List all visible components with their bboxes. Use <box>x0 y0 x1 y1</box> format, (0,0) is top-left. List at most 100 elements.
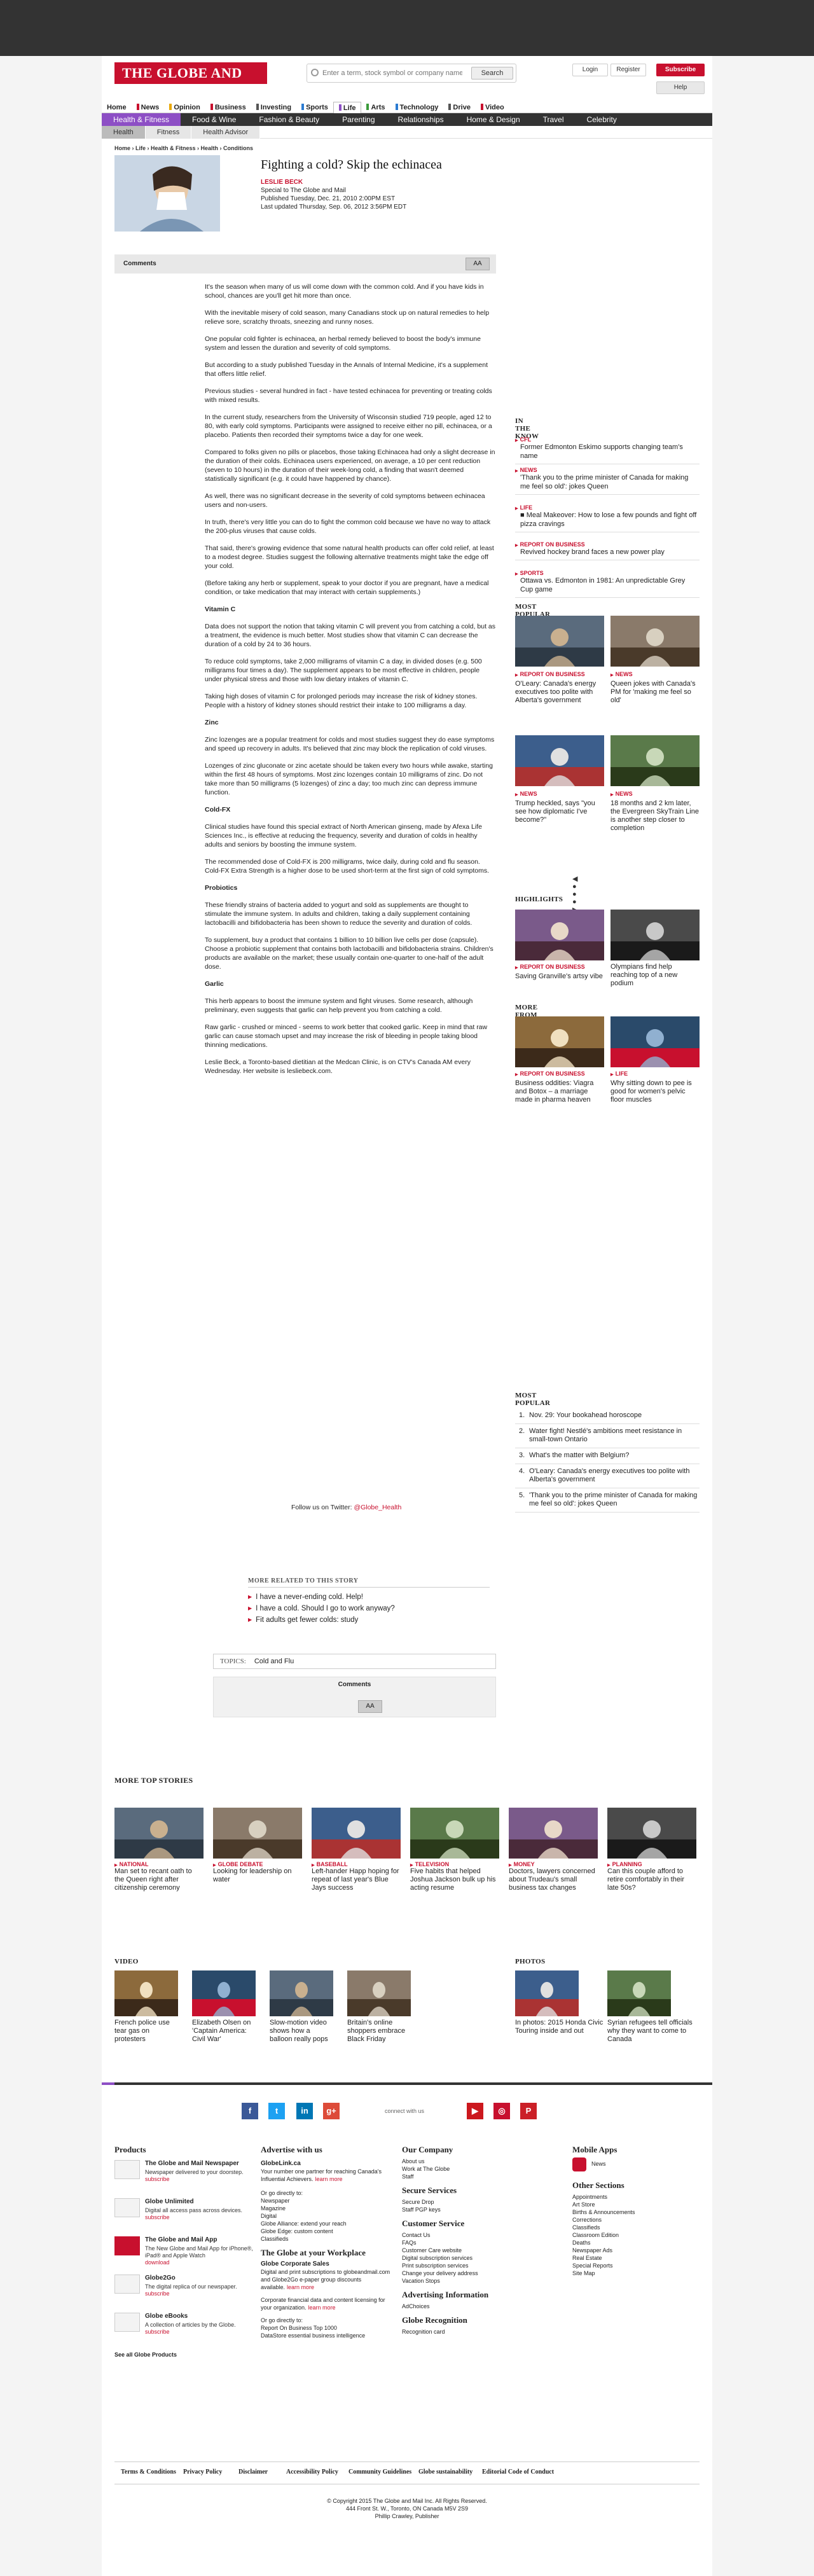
nav-business[interactable]: Business <box>205 102 251 113</box>
video-thumbnail[interactable] <box>610 735 700 786</box>
other-link[interactable]: Classroom Edition <box>572 2231 700 2239</box>
legal-link[interactable]: Disclaimer <box>238 2469 268 2476</box>
product-link[interactable]: subscribe <box>145 2214 253 2221</box>
product-item[interactable]: Globe eBooks A collection of articles by … <box>114 2313 254 2346</box>
other-link[interactable]: Special Reports <box>572 2262 700 2269</box>
corporate-name[interactable]: Globe Corporate Sales <box>261 2261 394 2268</box>
security-link[interactable]: Secure Drop <box>402 2198 529 2206</box>
pinterest-icon[interactable]: P <box>520 2103 537 2119</box>
twitter-icon[interactable]: t <box>268 2103 285 2119</box>
product-item[interactable]: Globe2Go The digital replica of our newsp… <box>114 2275 254 2308</box>
customer-link[interactable]: FAQs <box>402 2239 529 2247</box>
section-nav-item[interactable]: Health & Fitness <box>102 113 181 126</box>
photo-card[interactable]: Syrian refugees tell officials why they … <box>607 1970 696 2044</box>
customer-link[interactable]: Customer Care website <box>402 2247 529 2254</box>
workplace-link[interactable]: Report On Business Top 1000 <box>261 2324 394 2332</box>
most-popular-item[interactable]: 1. Nov. 29: Your bookahead horoscope <box>515 1408 700 1424</box>
product-link[interactable]: download <box>145 2259 253 2266</box>
section-nav-item[interactable]: Home & Design <box>455 113 532 126</box>
more-from-caption[interactable]: LIFEWhy sitting down to pee is good for … <box>610 1070 700 1104</box>
nav-drive[interactable]: Drive <box>443 102 476 113</box>
login-button[interactable]: Login <box>572 64 608 76</box>
nav-technology[interactable]: Technology <box>390 102 444 113</box>
related-story-link[interactable]: Fit adults get fewer colds: study <box>248 1614 490 1626</box>
other-link[interactable]: Real Estate <box>572 2254 700 2262</box>
customer-link[interactable]: Contact Us <box>402 2231 529 2239</box>
text-size-button[interactable]: AA <box>466 258 490 270</box>
learn-more-link[interactable]: learn more <box>287 2284 314 2290</box>
section-nav-item[interactable]: Celebrity <box>576 113 628 126</box>
breadcrumb[interactable]: Home › Life › Health & Fitness › Health … <box>114 145 253 151</box>
legal-link[interactable]: Privacy Policy <box>183 2469 222 2476</box>
customer-link[interactable]: Vacation Stops <box>402 2277 529 2285</box>
adinfo-link[interactable]: AdChoices <box>402 2302 529 2310</box>
section-nav-item[interactable]: Travel <box>532 113 576 126</box>
video-thumbnail[interactable] <box>515 616 604 667</box>
carousel-dots[interactable]: ◀ ● ● ● ▶ <box>572 875 580 914</box>
in-the-know-item[interactable]: CFLFormer Edmonton Eskimo supports chang… <box>515 436 700 464</box>
legal-link[interactable]: Editorial Code of Conduct <box>482 2469 554 2476</box>
site-logo[interactable]: THE GLOBE AND MAIL* <box>114 62 267 102</box>
facebook-icon[interactable]: f <box>242 2103 258 2119</box>
most-popular-item[interactable]: 4. O'Leary: Canada's energy executives to… <box>515 1464 700 1488</box>
nav-arts[interactable]: Arts <box>361 102 390 113</box>
subscribe-button[interactable]: Subscribe <box>656 64 705 76</box>
more-from-thumbnail[interactable] <box>610 1016 700 1067</box>
author-name[interactable]: LESLIE BECK <box>261 178 406 186</box>
twitter-handle-link[interactable]: @Globe_Health <box>354 1504 401 1511</box>
product-link[interactable]: subscribe <box>145 2176 253 2183</box>
top-story-card[interactable]: GLOBE DEBATELooking for leadership on wa… <box>213 1808 302 1884</box>
nav-news[interactable]: News <box>132 102 165 113</box>
advertise-link[interactable]: Classifieds <box>261 2235 394 2243</box>
search-button[interactable]: Search <box>471 67 513 80</box>
product-item[interactable]: Globe Unlimited Digital all access pass a… <box>114 2198 254 2231</box>
security-link[interactable]: Staff PGP keys <box>402 2206 529 2213</box>
highlight-caption[interactable]: Olympians find help reaching top of a ne… <box>610 963 700 988</box>
advertise-link[interactable]: Globe Alliance: extend your reach <box>261 2220 394 2227</box>
most-popular-item[interactable]: 2. Water fight! Nestlé's ambitions meet r… <box>515 1424 700 1448</box>
youtube-icon[interactable]: ▶ <box>467 2103 483 2119</box>
subsection-nav-item[interactable]: Health Advisor <box>191 126 261 139</box>
nav-life[interactable]: Life <box>333 102 362 113</box>
advertise-link[interactable]: Globe Edge: custom content <box>261 2227 394 2235</box>
mobile-app-row[interactable]: News <box>572 2157 700 2175</box>
product-link[interactable]: subscribe <box>145 2329 253 2336</box>
other-link[interactable]: Site Map <box>572 2269 700 2277</box>
legal-link[interactable]: Globe sustainability <box>418 2469 473 2476</box>
see-all-products-link[interactable]: See all Globe Products <box>114 2351 254 2358</box>
nav-investing[interactable]: Investing <box>251 102 296 113</box>
video-thumbnail[interactable] <box>515 735 604 786</box>
more-from-thumbnail[interactable] <box>515 1016 604 1067</box>
highlight-thumbnail[interactable] <box>515 910 604 960</box>
topic-link[interactable]: Cold and Flu <box>254 1658 294 1665</box>
comments-link[interactable]: Comments <box>123 260 156 267</box>
section-nav-item[interactable]: Parenting <box>331 113 386 126</box>
subsection-nav-item[interactable]: Fitness <box>145 126 192 139</box>
subsection-nav-item[interactable]: Health <box>102 126 146 139</box>
other-link[interactable]: Newspaper Ads <box>572 2247 700 2254</box>
in-the-know-item[interactable]: REPORT ON BUSINESSRevived hockey brand f… <box>515 541 700 560</box>
related-story-link[interactable]: I have a never-ending cold. Help! <box>248 1591 490 1603</box>
other-link[interactable]: Art Store <box>572 2201 700 2208</box>
help-button[interactable]: Help <box>656 81 705 94</box>
other-link[interactable]: Deaths <box>572 2239 700 2247</box>
related-story-link[interactable]: I have a cold. Should I go to work anywa… <box>248 1603 490 1614</box>
video-caption[interactable]: NEWS18 months and 2 km later, the Evergr… <box>610 790 700 833</box>
instagram-icon[interactable]: ◎ <box>493 2103 510 2119</box>
advertise-link[interactable]: Newspaper <box>261 2197 394 2205</box>
nav-sports[interactable]: Sports <box>296 102 333 113</box>
company-link[interactable]: Staff <box>402 2173 529 2180</box>
nav-opinion[interactable]: Opinion <box>164 102 205 113</box>
learn-more-link[interactable]: learn more <box>315 2176 343 2182</box>
video-caption[interactable]: REPORT ON BUSINESSO'Leary: Canada's ener… <box>515 670 604 705</box>
top-story-card[interactable]: MONEYDoctors, lawyers concerned about Tr… <box>509 1808 598 1892</box>
workplace-link[interactable]: DataStore essential business intelligenc… <box>261 2332 394 2339</box>
section-nav-item[interactable]: Relationships <box>387 113 455 126</box>
learn-more-link[interactable]: learn more <box>308 2304 336 2311</box>
video-caption[interactable]: NEWSQueen jokes with Canada's PM for 'ma… <box>610 670 700 705</box>
customer-link[interactable]: Change your delivery address <box>402 2269 529 2277</box>
in-the-know-item[interactable]: SPORTSOttawa vs. Edmonton in 1981: An un… <box>515 570 700 598</box>
section-nav-item[interactable]: Food & Wine <box>181 113 247 126</box>
highlight-caption[interactable]: REPORT ON BUSINESSSaving Granville's art… <box>515 963 604 981</box>
customer-link[interactable]: Digital subscription services <box>402 2254 529 2262</box>
